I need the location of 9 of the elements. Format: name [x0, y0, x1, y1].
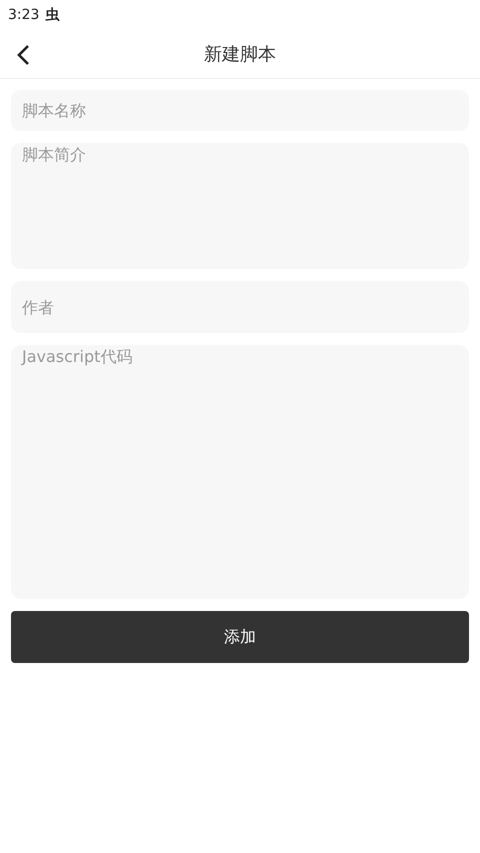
text-area-field[interactable]: 脚本简介: [11, 143, 469, 269]
status-time: 3:23: [8, 7, 40, 23]
input-field[interactable]: 作者: [11, 281, 469, 333]
text-area-field[interactable]: Javascript代码: [11, 345, 469, 599]
add-button[interactable]: 添加: [11, 611, 469, 663]
page-title: 新建脚本: [204, 43, 276, 66]
notification-glyph: 虫: [45, 6, 60, 24]
back-icon: [16, 44, 30, 66]
input-field[interactable]: 脚本名称: [11, 90, 469, 131]
